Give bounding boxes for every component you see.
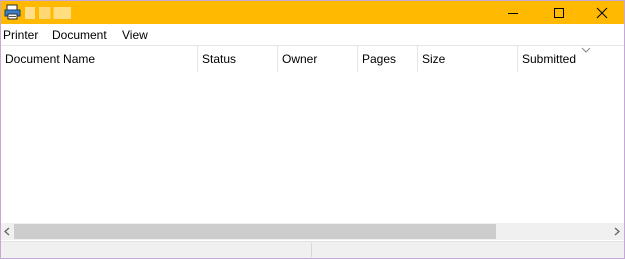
document-list[interactable] <box>1 72 624 223</box>
scroll-left-button[interactable] <box>1 223 14 240</box>
printer-icon[interactable] <box>4 4 21 20</box>
menu-printer[interactable]: Printer <box>1 27 40 43</box>
scroll-right-button[interactable] <box>609 223 624 240</box>
status-pane-left <box>1 243 312 257</box>
menu-document[interactable]: Document <box>50 27 109 43</box>
column-status[interactable]: Status <box>198 46 278 72</box>
close-button[interactable] <box>579 1 624 24</box>
menu-view[interactable]: View <box>120 27 150 43</box>
chevron-right-icon <box>614 227 620 236</box>
window-title <box>25 7 71 19</box>
chevron-left-icon <box>4 227 10 236</box>
close-icon <box>596 7 608 18</box>
minimize-icon <box>508 12 518 14</box>
menu-bar: Printer Document View <box>1 24 624 46</box>
minimize-button[interactable] <box>490 1 536 24</box>
column-document-name[interactable]: Document Name <box>1 46 198 72</box>
scrollbar-thumb[interactable] <box>14 224 496 239</box>
maximize-icon <box>554 7 564 18</box>
status-bar <box>1 241 624 258</box>
column-pages[interactable]: Pages <box>358 46 418 72</box>
column-owner[interactable]: Owner <box>278 46 358 72</box>
horizontal-scrollbar[interactable] <box>1 223 624 240</box>
status-pane-right <box>313 243 624 257</box>
column-header: Document Name Status Owner Pages Size Su… <box>1 46 624 72</box>
column-submitted[interactable]: Submitted <box>518 46 624 72</box>
print-queue-window: Printer Document View Document Name Stat… <box>0 0 625 259</box>
sort-descending-icon <box>581 47 591 53</box>
column-size[interactable]: Size <box>418 46 518 72</box>
title-bar[interactable] <box>1 1 624 24</box>
maximize-button[interactable] <box>536 1 582 24</box>
